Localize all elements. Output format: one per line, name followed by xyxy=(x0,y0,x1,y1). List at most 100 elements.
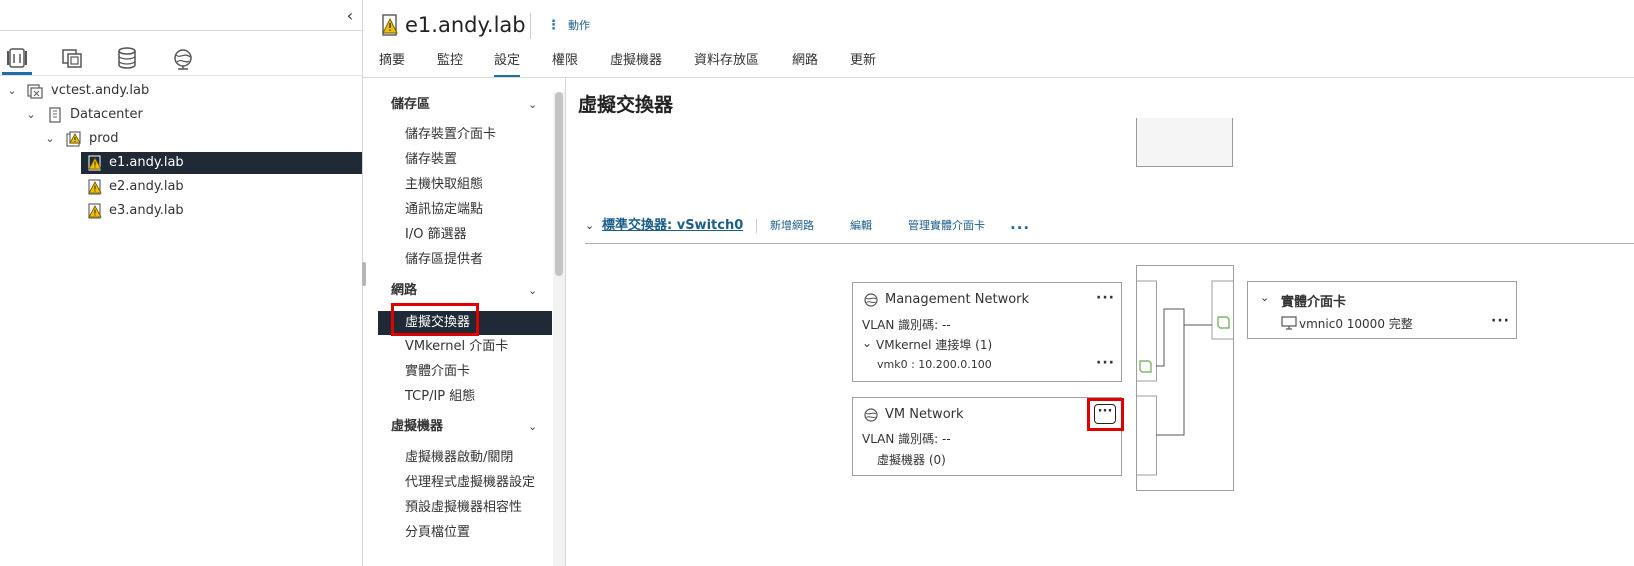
host-warning-icon xyxy=(87,203,103,219)
divider xyxy=(363,77,1634,78)
section-title: 虛擬交換器 xyxy=(578,94,674,116)
submenu-item-storage-providers[interactable]: 儲存區提供者 xyxy=(405,249,483,271)
tab-configure[interactable]: 設定 xyxy=(494,48,521,78)
actions-label: 動作 xyxy=(568,19,590,32)
tree-label: e2.andy.lab xyxy=(109,179,184,194)
tab-permissions[interactable]: 權限 xyxy=(552,48,578,78)
edit-switch-button[interactable]: 編輯 xyxy=(850,215,872,237)
tree-label: prod xyxy=(89,131,119,146)
tree-label: Datacenter xyxy=(70,107,143,122)
tree-node-host[interactable]: e2.andy.lab xyxy=(81,176,362,198)
tree-label: e3.andy.lab xyxy=(109,203,184,218)
host-warning-icon xyxy=(87,155,103,171)
submenu-scrollbar-thumb[interactable] xyxy=(555,92,563,276)
submenu-item-agent-vm-settings[interactable]: 代理程式虛擬機器設定 xyxy=(405,472,535,494)
submenu-section-vms[interactable]: 虛擬機器 xyxy=(391,416,443,438)
highlight-box xyxy=(1087,398,1124,431)
navigator-pane: ‹ ⌄ vctest.andy.lab ⌄ Datacenter ⌄ prod xyxy=(0,0,362,566)
host-warning-icon xyxy=(381,14,399,36)
pane-resize-handle[interactable] xyxy=(362,262,366,286)
tree-node-host-selected[interactable]: e1.andy.lab xyxy=(81,152,362,174)
switch-topology-diagram xyxy=(1136,265,1234,491)
divider xyxy=(530,13,531,39)
tree-node-datacenter[interactable]: ⌄ Datacenter xyxy=(0,104,362,126)
more-options-button[interactable]: ··· xyxy=(1491,313,1510,329)
chevron-down-icon[interactable]: ⌄ xyxy=(1260,291,1269,304)
submenu-item-host-cache[interactable]: 主機快取組態 xyxy=(405,174,483,196)
vms-and-templates-icon[interactable] xyxy=(59,46,85,70)
divider xyxy=(0,30,362,31)
chevron-down-icon[interactable]: ⌄ xyxy=(528,416,537,438)
portgroup-card-vm-network[interactable]: VM Network VLAN 識別碼: -- 虛擬機器 (0) xyxy=(852,397,1122,476)
portgroup-card-management[interactable]: Management Network ··· VLAN 識別碼: -- ⌄ VM… xyxy=(852,282,1122,382)
chevron-down-icon[interactable]: ⌄ xyxy=(585,215,594,237)
network-globe-icon xyxy=(864,408,878,422)
tab-vms[interactable]: 虛擬機器 xyxy=(610,48,662,78)
network-globe-icon xyxy=(864,293,878,307)
submenu-item-physical-adapters[interactable]: 實體介面卡 xyxy=(405,361,470,383)
chevron-down-icon[interactable]: ⌄ xyxy=(528,94,537,116)
vm-count: 虛擬機器 (0) xyxy=(877,453,946,467)
actions-menu-button[interactable]: ⋮ 動作 xyxy=(547,15,590,37)
submenu-item-vmkernel-adapters[interactable]: VMkernel 介面卡 xyxy=(405,336,508,358)
vmk-address: vmk0 : 10.200.0.100 xyxy=(877,358,992,371)
chevron-down-icon[interactable]: ⌄ xyxy=(5,80,19,102)
datacenter-icon xyxy=(47,107,63,123)
vmnic-item: vmnic0 10000 完整 xyxy=(1299,317,1413,331)
host-warning-icon xyxy=(87,179,103,195)
switch-title-link[interactable]: 標準交換器: vSwitch0 xyxy=(602,215,743,237)
vcenter-icon xyxy=(27,83,43,99)
more-options-button[interactable]: ··· xyxy=(1096,290,1115,306)
chevron-down-icon[interactable]: ⌄ xyxy=(43,128,57,150)
submenu-item-default-vm-compat[interactable]: 預設虛擬機器相容性 xyxy=(405,497,522,519)
vlan-id: VLAN 識別碼: -- xyxy=(862,432,951,446)
portgroup-name: VM Network xyxy=(885,407,964,422)
tree-node-cluster[interactable]: ⌄ prod xyxy=(0,128,362,150)
switch-diagram-clipped xyxy=(1136,118,1233,167)
submenu-section-networking[interactable]: 網路 xyxy=(391,280,417,302)
tree-node-vcenter[interactable]: ⌄ vctest.andy.lab xyxy=(0,80,362,102)
submenu-item-storage-devices[interactable]: 儲存裝置 xyxy=(405,149,457,171)
chevron-left-icon[interactable]: ‹ xyxy=(340,6,360,26)
hosts-and-clusters-icon[interactable] xyxy=(4,46,30,70)
highlight-box xyxy=(391,303,479,336)
more-actions-button[interactable]: ... xyxy=(1010,213,1030,235)
settings-submenu: 儲存區 ⌄ 儲存裝置介面卡 儲存裝置 主機快取組態 通訊協定端點 I/O 篩選器… xyxy=(378,90,552,566)
vlan-id: VLAN 識別碼: -- xyxy=(862,318,951,332)
pane-border xyxy=(565,78,566,566)
submenu-item-tcpip-config[interactable]: TCP/IP 組態 xyxy=(405,386,475,408)
physical-adapters-card[interactable]: ⌄ 實體介面卡 vmnic0 10000 完整 ··· xyxy=(1247,281,1517,339)
submenu-item-protocol-endpoints[interactable]: 通訊協定端點 xyxy=(405,199,483,221)
chevron-down-icon[interactable]: ⌄ xyxy=(862,336,872,350)
networking-icon[interactable] xyxy=(170,46,196,70)
tab-networks[interactable]: 網路 xyxy=(792,48,818,78)
tree-node-host[interactable]: e3.andy.lab xyxy=(81,200,362,222)
page-title: e1.andy.lab xyxy=(405,13,526,37)
chevron-down-icon[interactable]: ⌄ xyxy=(24,104,38,126)
submenu-item-storage-adapters[interactable]: 儲存裝置介面卡 xyxy=(405,124,496,146)
tab-monitor[interactable]: 監控 xyxy=(437,48,463,78)
nic-icon xyxy=(1281,316,1297,330)
vmkernel-ports-toggle[interactable]: VMkernel 連接埠 (1) xyxy=(876,336,992,353)
submenu-item-vm-startup[interactable]: 虛擬機器啟動/關閉 xyxy=(405,447,513,469)
divider xyxy=(0,75,362,76)
portgroup-name: Management Network xyxy=(885,292,1030,307)
submenu-item-io-filters[interactable]: I/O 篩選器 xyxy=(405,224,467,246)
tree-label: e1.andy.lab xyxy=(109,155,184,170)
physical-adapters-title: 實體介面卡 xyxy=(1281,295,1347,310)
manage-physical-adapters-button[interactable]: 管理實體介面卡 xyxy=(908,215,985,237)
submenu-item-swap-location[interactable]: 分頁檔位置 xyxy=(405,522,470,544)
divider xyxy=(585,243,1634,244)
chevron-down-icon[interactable]: ⌄ xyxy=(528,280,537,302)
cluster-warning-icon xyxy=(66,131,82,147)
divider xyxy=(756,219,757,233)
submenu-section-storage[interactable]: 儲存區 xyxy=(391,94,430,116)
add-networking-button[interactable]: 新增網路 xyxy=(770,215,814,237)
storage-icon[interactable] xyxy=(114,46,140,70)
more-options-button[interactable]: ··· xyxy=(1096,355,1115,371)
tab-updates[interactable]: 更新 xyxy=(850,48,876,78)
tab-datastores[interactable]: 資料存放區 xyxy=(694,48,759,78)
tab-summary[interactable]: 摘要 xyxy=(379,48,405,78)
vertical-ellipsis-icon: ⋮ xyxy=(547,18,560,33)
tree-label: vctest.andy.lab xyxy=(51,83,150,98)
